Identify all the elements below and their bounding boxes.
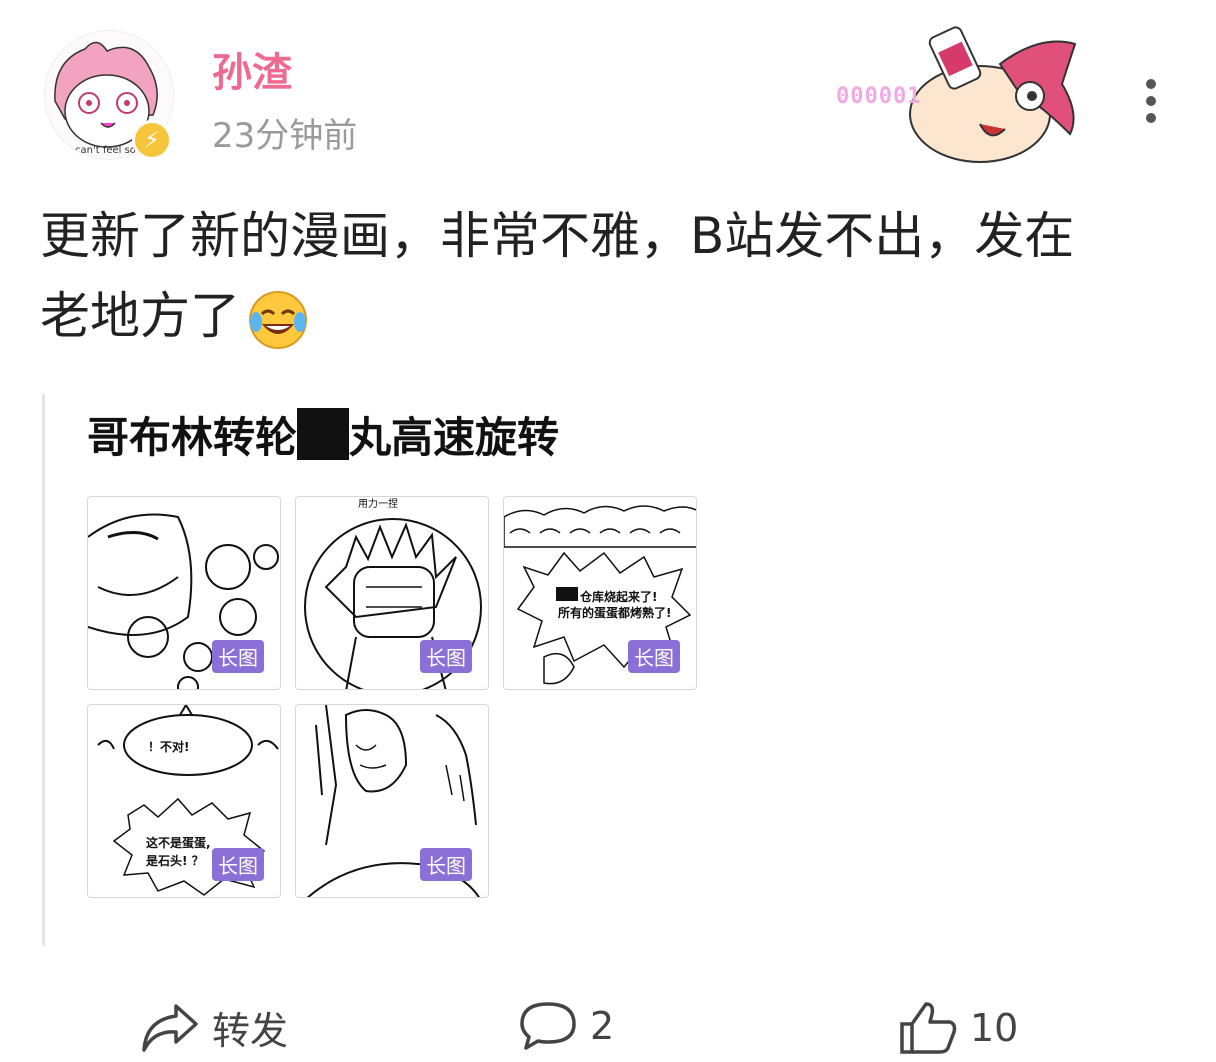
- panel-text: 这不是蛋蛋,: [146, 836, 211, 850]
- repost-button[interactable]: 转发: [140, 1000, 288, 1055]
- article-card[interactable]: 哥布林转轮 丸高速旋转 长图 用力一捏 长图 仓库烧起来了! 所有的蛋蛋都烤熟了…: [42, 394, 745, 946]
- thumbs-up-icon: [900, 1002, 957, 1054]
- long-image-tag: 长图: [212, 640, 264, 673]
- comment-count: 2: [590, 1004, 615, 1048]
- long-image-tag: 长图: [628, 640, 680, 673]
- long-image-tag: 长图: [420, 640, 472, 673]
- article-title: 哥布林转轮 丸高速旋转: [87, 404, 559, 465]
- comic-thumbnail-2[interactable]: 用力一捏 长图: [295, 496, 489, 690]
- verified-badge-icon: ⚡: [132, 120, 172, 160]
- panel-caption: 用力一捏: [358, 497, 398, 510]
- comic-thumbnail-4[interactable]: ！不对! 这不是蛋蛋, 是石头! ？ 长图: [87, 704, 281, 898]
- redaction-block: [297, 408, 350, 460]
- post-text-line-2: 老地方了: [40, 287, 240, 345]
- action-bar: 转发 2 10: [0, 990, 1216, 1062]
- comic-thumbnail-3[interactable]: 仓库烧起来了! 所有的蛋蛋都烤熟了! 长图: [503, 496, 697, 690]
- article-title-part-2: 丸高速旋转: [349, 413, 560, 462]
- panel-text: 仓库烧起来了!: [580, 590, 658, 604]
- panel-text: ！不对!: [148, 740, 190, 754]
- username[interactable]: 孙渣: [212, 40, 292, 98]
- comic-thumbnail-5[interactable]: 长图: [295, 704, 489, 898]
- like-count: 10: [970, 1006, 1019, 1050]
- share-arrow-icon: [142, 1003, 198, 1052]
- panel-text: 是石头! ？: [146, 854, 204, 868]
- comment-button[interactable]: 2: [518, 1000, 614, 1052]
- repost-label: 转发: [212, 1009, 289, 1053]
- panel-text: 所有的蛋蛋都烤熟了!: [558, 606, 672, 620]
- post-text: 更新了新的漫画，非常不雅，B站发不出，发在 老地方了: [40, 196, 1180, 356]
- long-image-tag: 长图: [420, 848, 472, 881]
- tears-of-joy-emoji-icon: [249, 290, 307, 349]
- post-timestamp: 23分钟前: [212, 116, 358, 156]
- pendant-text: 000001: [836, 84, 922, 109]
- comic-thumbnail-1[interactable]: 长图: [87, 496, 281, 690]
- like-button[interactable]: 10: [898, 1000, 1018, 1056]
- more-options-icon[interactable]: [1134, 76, 1168, 126]
- article-title-part-1: 哥布林转轮: [87, 413, 298, 462]
- post-text-line-1: 更新了新的漫画，非常不雅，B站发不出，发在: [40, 207, 1075, 265]
- comment-bubble-icon: [520, 1002, 576, 1050]
- avatar-caption: can't feel so: [75, 145, 136, 156]
- long-image-tag: 长图: [212, 848, 264, 881]
